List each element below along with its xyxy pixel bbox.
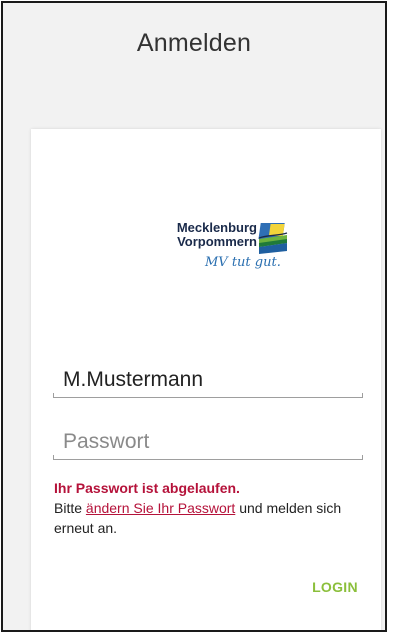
mv-flag-icon <box>258 223 288 254</box>
password-input[interactable] <box>63 425 353 459</box>
change-password-link[interactable]: ändern Sie Ihr Passwort <box>86 500 235 516</box>
login-button[interactable]: LOGIN <box>301 575 369 599</box>
mv-logo: Mecklenburg Vorpommern MV tut gut. <box>153 221 303 287</box>
password-field <box>53 425 363 460</box>
login-card: Mecklenburg Vorpommern MV tut gut. M.Mus… <box>31 129 381 630</box>
field-tick <box>362 455 363 460</box>
logo-wordmark: Mecklenburg Vorpommern <box>153 221 257 249</box>
field-tick <box>53 455 54 460</box>
logo-line-2: Vorpommern <box>177 234 257 249</box>
app-window: Anmelden Mecklenburg Vorpommern MV tut g… <box>1 1 387 632</box>
logo-line-1: Mecklenburg <box>176 220 257 235</box>
field-tick <box>53 393 54 398</box>
logo-slogan: MV tut gut. <box>205 255 281 270</box>
error-title: Ihr Passwort ist abgelaufen. <box>54 480 240 496</box>
error-text-before: Bitte <box>54 500 86 516</box>
username-input[interactable] <box>63 363 353 397</box>
error-message: Ihr Passwort ist abgelaufen. Bitte änder… <box>54 478 364 538</box>
field-tick <box>362 393 363 398</box>
username-field <box>53 363 363 398</box>
page-title: Anmelden <box>136 29 252 57</box>
